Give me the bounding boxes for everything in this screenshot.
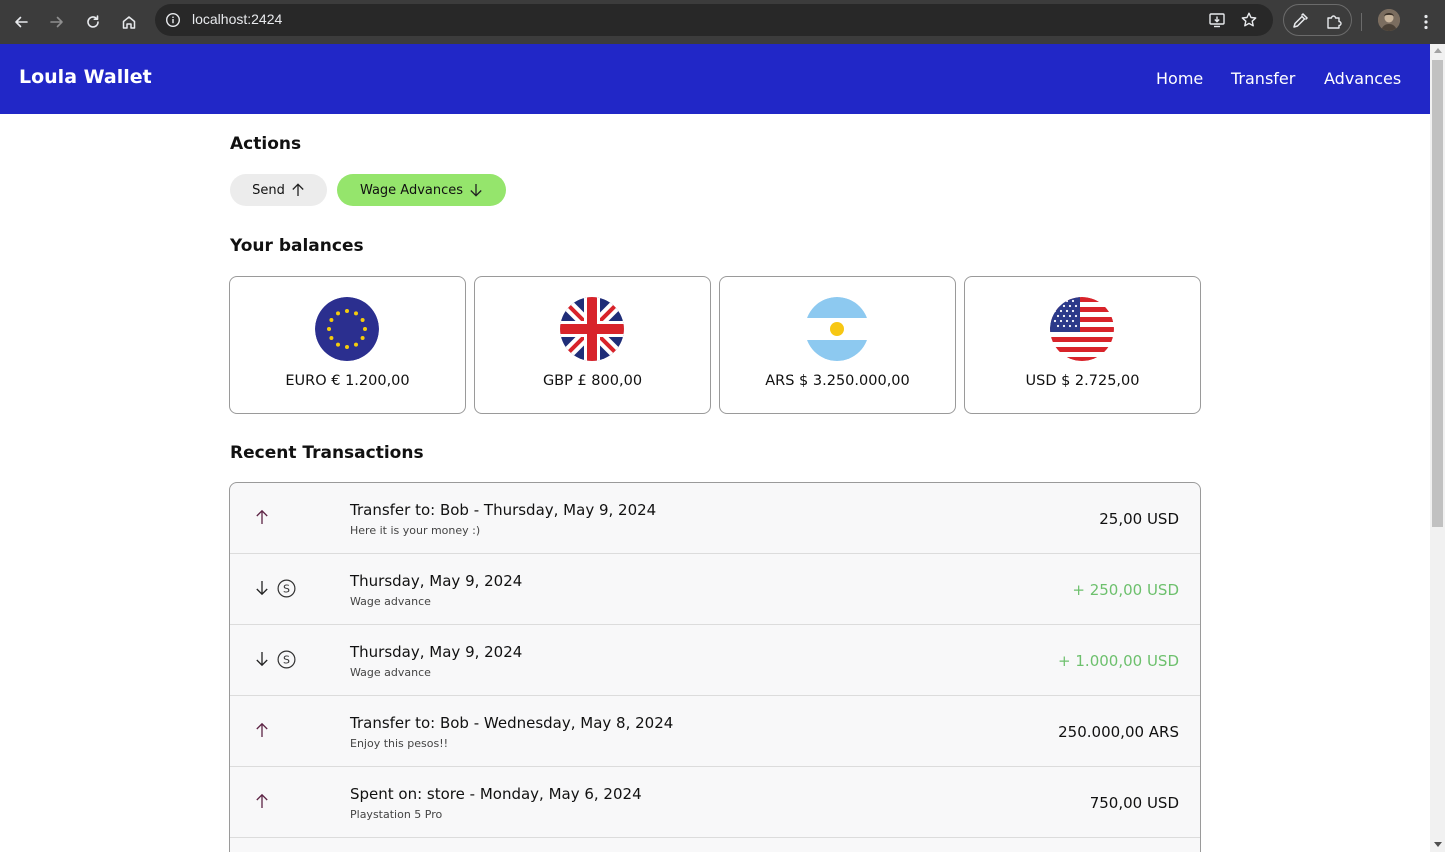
- url-text[interactable]: localhost:2424: [192, 11, 282, 27]
- kebab-menu-icon[interactable]: [1416, 10, 1436, 34]
- puzzle-icon[interactable]: [1324, 11, 1344, 31]
- balance-amount: GBP £ 800,00: [542, 373, 643, 389]
- balance-card-usd[interactable]: USD $ 2.725,00: [964, 276, 1201, 414]
- argentina-flag-icon: [805, 297, 869, 361]
- eu-flag-icon: [315, 297, 379, 361]
- install-app-icon[interactable]: [1207, 10, 1227, 30]
- wage-advances-button-label: Wage Advances: [359, 182, 464, 198]
- svg-text:S: S: [283, 653, 290, 666]
- home-icon[interactable]: [115, 8, 143, 36]
- transaction-amount: + 1.000,00 USD: [1058, 652, 1179, 670]
- dollar-coin-icon: S: [276, 649, 296, 669]
- scroll-down-arrow-icon[interactable]: [1434, 842, 1442, 847]
- profile-avatar[interactable]: [1378, 9, 1400, 31]
- transaction-title: Thursday, May 9, 2024: [350, 643, 523, 661]
- balance-card-ars[interactable]: ARS $ 3.250.000,00: [719, 276, 956, 414]
- transaction-title: Spent on: store - Monday, May 6, 2024: [350, 785, 642, 803]
- arrow-up-icon: [253, 792, 271, 810]
- forward-arrow-icon[interactable]: [43, 8, 71, 36]
- send-button[interactable]: Send: [230, 174, 327, 206]
- nav-transfer-link[interactable]: Transfer: [1231, 69, 1295, 88]
- uk-flag-icon: [560, 297, 624, 361]
- transaction-title: Transfer to: Bob - Thursday, May 9, 2024: [350, 501, 657, 519]
- transactions-list: Transfer to: Bob - Thursday, May 9, 2024…: [229, 482, 1201, 852]
- balance-card-gbp[interactable]: GBP £ 800,00: [474, 276, 711, 414]
- transaction-amount: 250.000,00 ARS: [1058, 723, 1179, 741]
- transaction-title: Transfer to: Bob - Wednesday, May 8, 202…: [350, 714, 674, 732]
- scroll-up-arrow-icon[interactable]: [1434, 48, 1442, 53]
- arrow-up-icon: [291, 183, 305, 197]
- transaction-row[interactable]: Spent on: store - Monday, May 6, 2024 Pl…: [230, 767, 1200, 838]
- extensions-group: [1283, 4, 1352, 36]
- back-arrow-icon[interactable]: [7, 8, 35, 36]
- arrow-down-icon: [253, 579, 271, 597]
- transaction-note: Here it is your money :): [350, 524, 481, 537]
- arrow-down-icon: [469, 183, 483, 197]
- nav-home-link[interactable]: Home: [1156, 69, 1203, 88]
- transaction-amount: + 250,00 USD: [1072, 581, 1179, 599]
- address-bar[interactable]: localhost:2424: [155, 4, 1273, 36]
- transaction-title: Thursday, May 9, 2024: [350, 572, 523, 590]
- scrollbar-thumb[interactable]: [1432, 60, 1443, 527]
- transaction-row[interactable]: S Thursday, May 9, 2024 Wage advance + 1…: [230, 625, 1200, 696]
- transaction-amount: 750,00 USD: [1089, 794, 1179, 812]
- balance-amount: ARS $ 3.250.000,00: [765, 373, 910, 389]
- transaction-row[interactable]: S Thursday, May 9, 2024 Wage advance + 2…: [230, 554, 1200, 625]
- brand-title[interactable]: Loula Wallet: [19, 66, 152, 88]
- arrow-up-icon: [253, 508, 271, 526]
- balance-amount: EURO € 1.200,00: [285, 373, 410, 389]
- dollar-coin-icon: S: [276, 578, 296, 598]
- transaction-amount: 25,00 USD: [1099, 510, 1179, 528]
- us-flag-icon: [1050, 297, 1114, 361]
- transaction-note: Enjoy this pesos!!: [350, 737, 449, 750]
- transaction-row[interactable]: Transfer to: Bob - Thursday, May 9, 2024…: [230, 483, 1200, 554]
- arrow-down-icon: [253, 650, 271, 668]
- send-button-label: Send: [252, 182, 285, 198]
- transaction-note: Wage advance: [350, 595, 431, 608]
- transactions-heading: Recent Transactions: [230, 443, 424, 463]
- balance-amount: USD $ 2.725,00: [1025, 373, 1140, 389]
- svg-text:S: S: [283, 582, 290, 595]
- arrow-up-icon: [253, 721, 271, 739]
- balance-card-eur[interactable]: EURO € 1.200,00: [229, 276, 466, 414]
- balances-heading: Your balances: [230, 236, 364, 256]
- toolbar-divider: [1361, 13, 1362, 31]
- reload-icon[interactable]: [79, 8, 107, 36]
- transaction-note: Playstation 5 Pro: [350, 808, 443, 821]
- browser-toolbar: localhost:2424: [0, 0, 1445, 44]
- wage-advances-button[interactable]: Wage Advances: [337, 174, 506, 206]
- star-icon[interactable]: [1239, 10, 1259, 30]
- nav-advances-link[interactable]: Advances: [1324, 69, 1401, 88]
- transaction-note: Wage advance: [350, 666, 431, 679]
- eyedropper-icon[interactable]: [1290, 11, 1310, 31]
- actions-heading: Actions: [230, 134, 302, 154]
- transaction-row[interactable]: Transfer to: Bob - Wednesday, May 8, 202…: [230, 696, 1200, 767]
- app-header: Loula Wallet Home Transfer Advances: [0, 44, 1430, 114]
- info-icon[interactable]: [163, 10, 183, 30]
